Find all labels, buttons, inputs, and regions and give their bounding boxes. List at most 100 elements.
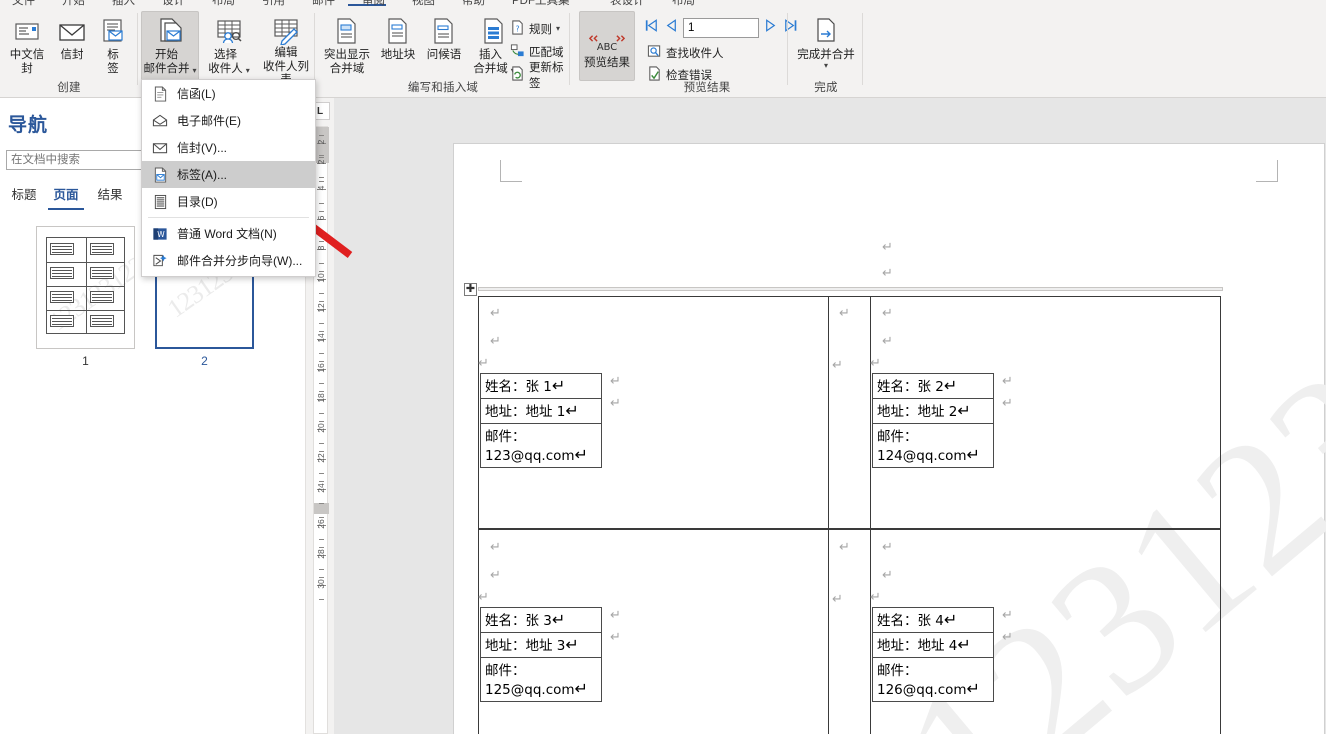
- ribbon-tab[interactable]: 引用: [262, 0, 285, 7]
- ribbon-tab[interactable]: 邮件: [312, 0, 335, 7]
- paragraph-mark: ↵: [490, 305, 501, 320]
- ruler-tick-minor: [319, 443, 324, 444]
- start-merge-icon: [155, 15, 185, 47]
- ribbon-tab[interactable]: 视图: [412, 0, 435, 7]
- page-thumbnail-1[interactable]: 123123123 1: [36, 226, 135, 368]
- paragraph-mark: ↵: [1002, 607, 1013, 622]
- svg-text:?: ?: [516, 24, 520, 33]
- menu-item-labels[interactable]: 标签(A)...: [142, 161, 315, 188]
- ribbon-button-label: 开始 邮件合并: [143, 49, 190, 75]
- label-row-email: 邮件： 125@qq.com↵: [481, 658, 601, 701]
- tab-results[interactable]: 结果: [90, 184, 130, 203]
- match-fields-icon: [510, 43, 525, 61]
- label-text: 姓名：张 3: [485, 613, 552, 629]
- paragraph-mark: ↵: [882, 333, 893, 348]
- previous-record-icon[interactable]: [663, 17, 680, 39]
- envelope-card-icon: [13, 15, 41, 47]
- ribbon-button-select-recipients[interactable]: 选择 收件人 ▾: [201, 11, 257, 81]
- start-mail-merge-dropdown-menu[interactable]: 信函(L) 电子邮件(E) 信封(V)... 标签(A)... 目录(D) W …: [141, 79, 316, 277]
- ribbon-button-chinese-envelope[interactable]: 中文信封: [4, 11, 50, 77]
- ruler-tick-minor: [319, 539, 324, 540]
- ribbon-button-preview-results[interactable]: ABC 预览结果: [579, 11, 635, 81]
- paragraph-mark: ↵: [839, 539, 850, 554]
- paragraph-mark: ↵: [565, 403, 579, 420]
- ribbon-button-finish-and-merge[interactable]: 完成并合并 ▾: [793, 11, 859, 85]
- margin-corner-top-left: [500, 160, 522, 182]
- ribbon-tab[interactable]: 帮助: [462, 0, 485, 7]
- menu-item-letters[interactable]: 信函(L): [142, 80, 315, 107]
- ribbon-button-edit-recipient-list[interactable]: 编辑 收件人列表: [259, 11, 313, 86]
- ribbon-button-find-recipient[interactable]: 查找收件人: [643, 43, 728, 63]
- ruler-tick-minor: [319, 547, 324, 548]
- ribbon-tab[interactable]: 插入: [112, 0, 135, 7]
- menu-item-label: 邮件合并分步向导(W)...: [177, 254, 303, 268]
- paragraph-mark: ↵: [478, 355, 489, 370]
- paragraph-mark: ↵: [490, 539, 501, 554]
- ribbon-button-highlight-merge-fields[interactable]: 突出显示 合并域: [320, 11, 374, 81]
- menu-item-label: 目录(D): [177, 195, 218, 209]
- ribbon-tab[interactable]: 布局: [212, 0, 235, 7]
- abc-preview-icon: ABC: [589, 29, 625, 55]
- chevron-down-icon[interactable]: ▾: [192, 67, 196, 75]
- ribbon-tab[interactable]: 开始: [62, 0, 85, 7]
- ribbon-button-label: 预览结果: [584, 57, 630, 70]
- label-row-address: 地址：地址 3↵: [481, 633, 601, 658]
- tab-headings[interactable]: 标题: [4, 184, 44, 203]
- paragraph-mark: ↵: [839, 305, 850, 320]
- menu-item-envelopes[interactable]: 信封(V)...: [142, 134, 315, 161]
- record-number-input[interactable]: [683, 18, 759, 38]
- ribbon-tab[interactable]: 文件: [12, 0, 35, 7]
- ribbon-button-address-block[interactable]: 地址块: [376, 11, 420, 81]
- ruler-tick-minor: [319, 413, 324, 414]
- thumbnail-page-number: 1: [82, 354, 89, 368]
- document-icon: [152, 86, 168, 102]
- label-box[interactable]: 姓名：张 4↵ 地址：地址 4↵ 邮件： 126@qq.com↵: [872, 607, 994, 702]
- label-row-address: 地址：地址 4↵: [873, 633, 993, 658]
- label-box[interactable]: 姓名：张 2↵ 地址：地址 2↵ 邮件： 124@qq.com↵: [872, 373, 994, 468]
- label-text: 邮件：: [485, 663, 526, 679]
- chevron-down-icon[interactable]: ▾: [246, 67, 250, 75]
- menu-item-step-by-step-wizard[interactable]: 邮件合并分步向导(W)...: [142, 247, 315, 274]
- menu-item-normal-word-doc[interactable]: W 普通 Word 文档(N): [142, 220, 315, 247]
- ribbon-tab[interactable]: 表设计: [610, 0, 645, 7]
- ribbon-button-start-mail-merge[interactable]: 开始 邮件合并 ▾: [141, 11, 199, 81]
- ribbon-tab[interactable]: 布局: [672, 0, 695, 7]
- label-gutter-cell[interactable]: [829, 529, 870, 734]
- menu-item-label: 电子邮件(E): [177, 114, 241, 128]
- menu-item-label: 信函(L): [177, 87, 216, 101]
- ribbon-group-label: 完成: [814, 82, 838, 94]
- label-box[interactable]: 姓名：张 3↵ 地址：地址 3↵ 邮件： 125@qq.com↵: [480, 607, 602, 702]
- tab-pages[interactable]: 页面: [46, 184, 86, 210]
- menu-item-directory[interactable]: 目录(D): [142, 188, 315, 215]
- menu-item-email[interactable]: 电子邮件(E): [142, 107, 315, 134]
- ribbon-tab[interactable]: 设计: [162, 0, 185, 7]
- group-separator: [787, 13, 788, 85]
- label-text: 邮件：: [877, 429, 918, 445]
- label-row-name: 姓名：张 2↵: [873, 374, 993, 399]
- ribbon-button-envelope[interactable]: 信封: [52, 11, 92, 64]
- chevron-down-icon[interactable]: ▾: [556, 25, 560, 33]
- ruler-tick-minor: [319, 271, 324, 272]
- label-text: 地址：地址 2: [877, 404, 958, 420]
- first-record-icon[interactable]: [643, 17, 660, 39]
- ribbon-button-labels[interactable]: 标 签: [94, 11, 132, 77]
- chevron-down-icon[interactable]: ▾: [824, 61, 828, 70]
- paragraph-mark: ↵: [943, 378, 958, 395]
- next-record-icon[interactable]: [762, 17, 779, 39]
- ribbon-button-rules[interactable]: ? 规则 ▾: [506, 19, 564, 39]
- document-page[interactable]: 123123123 ↵ ↵ ✚ ↵ ↵ ↵ 姓名：张 1↵ 地址：地址 1↵ 邮…: [454, 144, 1326, 734]
- label-gutter-cell[interactable]: [829, 296, 870, 529]
- label-box[interactable]: 姓名：张 1↵ 地址：地址 1↵ 邮件： 123@qq.com↵: [480, 373, 602, 468]
- ribbon-tab[interactable]: 审阅: [362, 0, 385, 7]
- table-move-handle[interactable]: ✚: [464, 283, 477, 296]
- ribbon-tab-strip[interactable]: 文件 开始 插入 设计 布局 引用 邮件 审阅 视图 帮助 PDF工具集 表设计 布局: [0, 0, 1326, 7]
- paragraph-mark: ↵: [1002, 395, 1013, 410]
- svg-text:W: W: [157, 229, 165, 238]
- document-canvas[interactable]: 123123123 ↵ ↵ ✚ ↵ ↵ ↵ 姓名：张 1↵ 地址：地址 1↵ 邮…: [334, 98, 1326, 734]
- group-separator: [862, 13, 863, 85]
- ribbon-tab[interactable]: PDF工具集: [512, 0, 570, 7]
- group-separator: [137, 13, 138, 85]
- ribbon-button-greeting-line[interactable]: 问候语: [422, 11, 466, 81]
- ruler-tick-minor: [319, 361, 324, 362]
- ribbon-button-label: 地址块: [380, 49, 416, 61]
